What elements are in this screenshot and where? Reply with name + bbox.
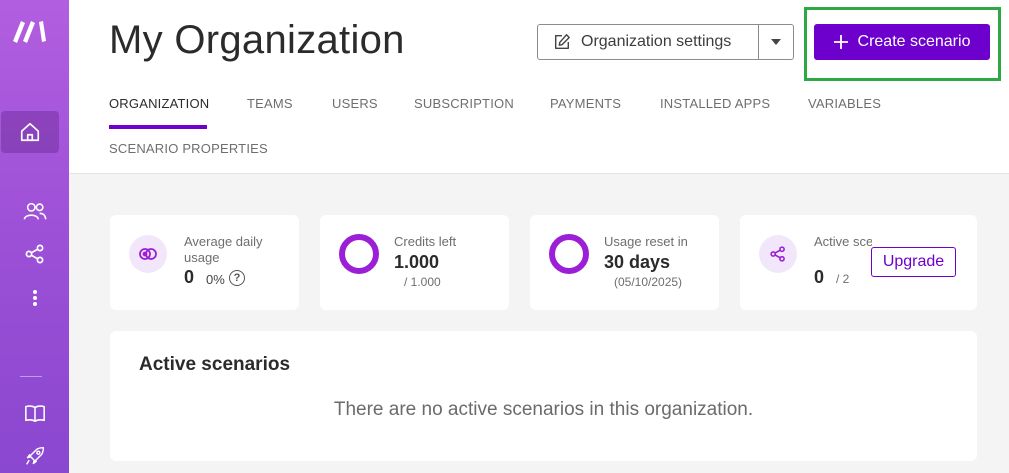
stat-card-daily-usage: Average daily usage 0 0% ? [110,215,299,310]
tab-organization[interactable]: ORGANIZATION [109,96,209,111]
home-icon [20,122,40,142]
tab-users[interactable]: USERS [332,96,378,111]
share-icon [25,244,43,264]
daily-usage-label: Average daily usage [184,234,263,265]
sidebar-divider [20,376,42,377]
sidebar [0,0,69,473]
chevron-down-icon [771,39,782,45]
tab-teams[interactable]: TEAMS [247,96,293,111]
sidebar-item-more[interactable] [0,278,69,318]
tab-variables[interactable]: VARIABLES [808,96,881,111]
edit-icon [554,34,570,50]
usage-icon [129,235,167,273]
create-scenario-button[interactable]: Create scenario [814,24,990,60]
stat-card-credits: Credits left 1.000 / 1.000 [320,215,509,310]
tab-payments[interactable]: PAYMENTS [550,96,621,111]
more-icon [32,290,37,306]
book-icon [24,405,45,423]
tab-subscription[interactable]: SUBSCRIPTION [414,96,514,111]
organization-settings-button[interactable]: Organization settings [538,25,758,59]
create-scenario-label: Create scenario [857,33,971,50]
rocket-icon [25,446,44,465]
credits-ring [339,234,379,274]
tab-installed-apps[interactable]: INSTALLED APPS [660,96,770,111]
upgrade-button[interactable]: Upgrade [871,247,956,277]
usage-reset-ring [549,234,589,274]
stat-card-active-scenarios: Active scenarios 0 / 2 Upgrade [740,215,977,310]
share-icon [759,235,797,273]
sidebar-item-teams[interactable] [0,191,69,231]
organization-settings-group: Organization settings [537,24,794,60]
empty-state-message: There are no active scenarios in this or… [333,399,754,420]
usage-reset-date: (05/10/2025) [614,275,683,289]
credits-total: / 1.000 [404,275,441,289]
active-scenarios-label: Active scenarios [814,234,872,249]
sidebar-item-whats-new[interactable] [0,436,69,473]
daily-usage-value: 0 [184,267,195,287]
make-logo-icon[interactable] [12,17,50,43]
stat-card-usage-reset: Usage reset in 30 days (05/10/2025) [530,215,719,310]
credits-label: Credits left [394,234,457,249]
credits-value: 1.000 [394,252,440,272]
help-icon[interactable]: ? [229,270,245,286]
usage-reset-value: 30 days [604,252,671,272]
page-title: My Organization [109,18,405,62]
active-tab-indicator [109,125,207,129]
organization-settings-dropdown[interactable] [758,25,793,59]
header: My Organization Organization settings Cr… [69,0,1009,174]
plus-icon [833,35,848,49]
active-scenarios-limit: / 2 [836,272,850,286]
active-scenarios-value: 0 [814,267,825,287]
daily-usage-percent: 0% [206,272,225,287]
organization-settings-label: Organization settings [581,33,732,50]
sidebar-item-docs[interactable] [0,393,69,433]
users-icon [23,202,46,220]
active-scenarios-title: Active scenarios [139,354,291,375]
sidebar-item-home[interactable] [1,111,59,153]
active-scenarios-panel: Active scenarios There are no active sce… [110,331,977,461]
tab-scenario-properties[interactable]: SCENARIO PROPERTIES [109,141,268,156]
sidebar-item-scenarios[interactable] [0,234,69,274]
usage-reset-label: Usage reset in [604,234,688,249]
